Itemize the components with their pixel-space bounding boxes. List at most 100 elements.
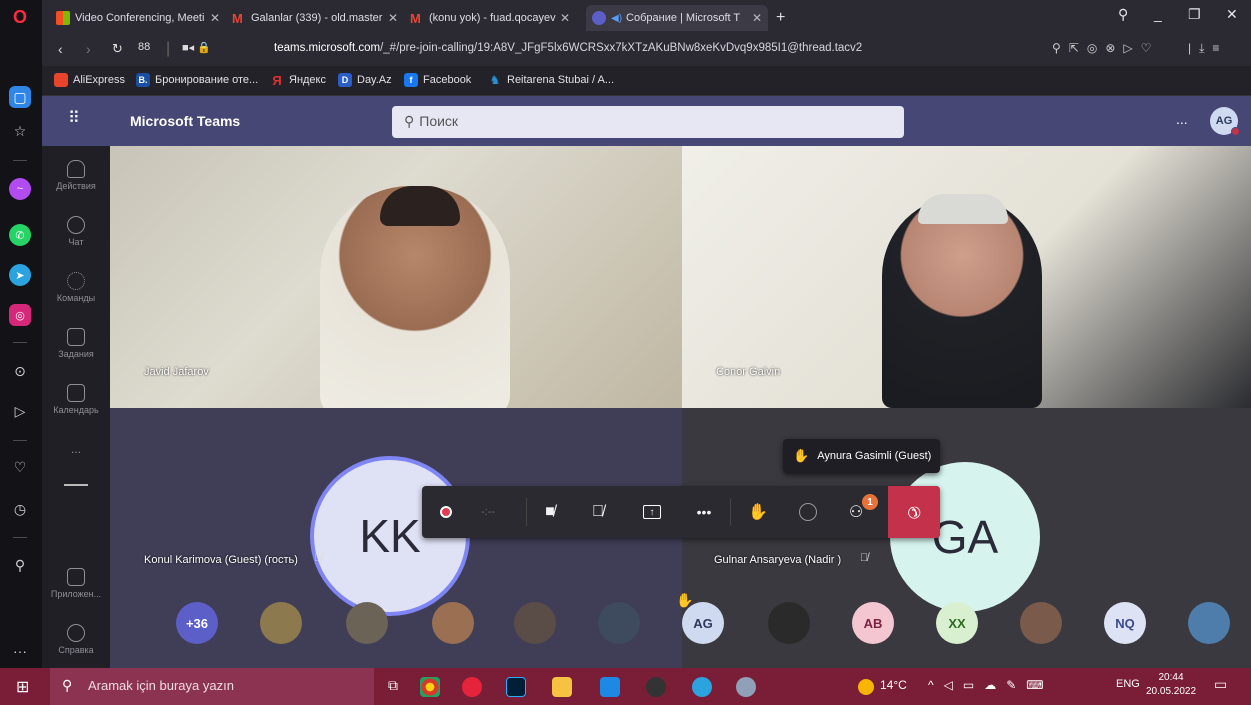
tab-gmail-galanlar[interactable]: M Galanlar (339) - old.master ✕ bbox=[226, 5, 404, 31]
photoshop-icon[interactable] bbox=[506, 677, 526, 697]
star-icon[interactable]: ☆ bbox=[9, 120, 31, 142]
app-launcher-icon[interactable]: ⠿ bbox=[68, 108, 81, 128]
address-toolbar-icons[interactable]: ⚲⇱◎⊗▷♡ bbox=[1052, 41, 1159, 55]
divider bbox=[526, 498, 527, 526]
leave-call-button[interactable]: ✆ bbox=[888, 486, 940, 538]
bookmark-booking[interactable]: B. Бронирование оте... bbox=[136, 73, 258, 87]
messenger-icon[interactable]: ~ bbox=[9, 178, 31, 200]
app-icon[interactable] bbox=[646, 677, 666, 697]
file-explorer-icon[interactable] bbox=[552, 677, 572, 697]
tab-teams-meeting[interactable]: ◀) Собрание | Microsoft T ✕ bbox=[586, 5, 768, 31]
bookmark-dayaz[interactable]: D Day.Az bbox=[338, 73, 392, 87]
bookmark-reitarena[interactable]: ♞ Reitarena Stubai / A... bbox=[488, 73, 614, 87]
share-icon: ↑ bbox=[643, 505, 661, 519]
raised-hand-tooltip: ✋ Aynura Gasimli (Guest) bbox=[783, 439, 940, 473]
bookmark-facebook[interactable]: f Facebook bbox=[404, 73, 471, 87]
mic-off-icon: 🎙̸ bbox=[314, 552, 323, 564]
notifications-icon[interactable]: ▭ bbox=[1214, 676, 1227, 693]
close-icon[interactable]: ✕ bbox=[210, 11, 220, 25]
tab-label: Video Conferencing, Meeti bbox=[75, 12, 205, 24]
new-tab-button[interactable]: + bbox=[770, 5, 790, 31]
dayaz-icon: D bbox=[338, 73, 352, 87]
facebook-icon: f bbox=[404, 73, 418, 87]
player-icon[interactable]: ⊙ bbox=[9, 360, 31, 382]
mic-off-icon: 🎙̸ bbox=[592, 503, 604, 520]
forward-icon[interactable]: › bbox=[86, 41, 91, 57]
avatar-tile-konul[interactable]: KK Konul Karimova (Guest) (гость) 🎙̸ bbox=[110, 408, 682, 668]
rail-teams[interactable]: Команды bbox=[42, 272, 110, 303]
rail-apps[interactable]: Приложен... bbox=[42, 568, 110, 599]
badge-count: 1 bbox=[867, 496, 873, 508]
tab-gmail-konu[interactable]: M (konu yok) - fuad.qocayev ✕ bbox=[404, 5, 576, 31]
task-view-icon[interactable]: ⧉ bbox=[388, 677, 398, 694]
telegram-icon[interactable] bbox=[692, 677, 712, 697]
skype-icon[interactable] bbox=[600, 677, 620, 697]
more-options-button[interactable]: ... bbox=[1176, 111, 1188, 127]
rail-label: Чат bbox=[68, 237, 84, 247]
chrome-icon[interactable] bbox=[420, 677, 440, 697]
camera-off-icon: ■̸ bbox=[545, 503, 555, 520]
tray-icons[interactable]: ^◁▭☁✎⌨ bbox=[928, 678, 1054, 692]
close-icon[interactable]: ✕ bbox=[388, 11, 398, 25]
more-icon[interactable]: ··· bbox=[9, 640, 31, 662]
mic-off-button[interactable]: 🎙̸ bbox=[582, 496, 614, 528]
rail-help[interactable]: Справка bbox=[42, 624, 110, 655]
input-language[interactable]: ENG bbox=[1116, 678, 1140, 690]
video-tile-javid[interactable]: Javid Jafarov bbox=[110, 146, 682, 408]
bookmark-yandex[interactable]: Я Яндекс bbox=[270, 73, 326, 88]
taskbar-search-input[interactable]: Aramak için buraya yazın bbox=[50, 668, 374, 705]
search-tabs-icon[interactable]: ⚲ bbox=[1118, 6, 1128, 23]
windows-start-icon[interactable]: ⊞ bbox=[16, 677, 29, 697]
send-icon[interactable]: ▷ bbox=[9, 400, 31, 422]
bookmark-aliexpress[interactable]: AliExpress bbox=[54, 73, 125, 87]
opera-icon[interactable] bbox=[462, 677, 482, 697]
search-input[interactable]: ⚲ Поиск bbox=[392, 106, 904, 138]
chat-button[interactable] bbox=[792, 496, 824, 528]
pin-icon[interactable]: ⚲ bbox=[9, 554, 31, 576]
tab-video-conferencing[interactable]: Video Conferencing, Meeti ✕ bbox=[50, 5, 226, 31]
record-icon[interactable] bbox=[430, 496, 462, 528]
heart-icon[interactable]: ♡ bbox=[9, 456, 31, 478]
app-icon[interactable] bbox=[736, 677, 756, 697]
whatsapp-icon[interactable]: ✆ bbox=[9, 224, 31, 246]
status-dot bbox=[1231, 127, 1240, 136]
restore-icon[interactable]: ❐ bbox=[1188, 6, 1201, 23]
video-tile-conor[interactable]: Conor Galvin bbox=[682, 146, 1251, 408]
hang-up-icon: ✆ bbox=[902, 500, 925, 523]
workspace-icon[interactable]: ▢ bbox=[9, 86, 31, 108]
divider bbox=[730, 498, 731, 526]
rail-calendar[interactable]: Календарь bbox=[42, 384, 110, 415]
more-actions-button[interactable]: ••• bbox=[688, 496, 720, 528]
clock[interactable]: 20:44 20.05.2022 bbox=[1146, 671, 1196, 699]
rail-label: Задания bbox=[58, 349, 94, 359]
close-window-icon[interactable]: ✕ bbox=[1226, 6, 1238, 23]
raise-hand-button[interactable]: ✋ bbox=[742, 496, 774, 528]
gmail-icon: M bbox=[232, 11, 243, 26]
instagram-icon[interactable]: ◎ bbox=[9, 304, 31, 326]
share-screen-button[interactable]: ↑ bbox=[636, 496, 668, 528]
history-icon[interactable]: ◷ bbox=[9, 498, 31, 520]
back-icon[interactable]: ‹ bbox=[58, 41, 63, 57]
rail-activity[interactable]: Действия bbox=[42, 160, 110, 191]
tab-bar: Video Conferencing, Meeti ✕ M Galanlar (… bbox=[42, 0, 1251, 33]
reload-icon[interactable]: ↻ bbox=[112, 41, 123, 57]
address-bar: ‹ › ↻ 88 | ■◂ 🔒 teams.microsoft.com/_#/p… bbox=[42, 33, 1251, 66]
rail-label: Справка bbox=[58, 645, 94, 655]
rail-assignments[interactable]: Задания bbox=[42, 328, 110, 359]
url-field[interactable]: teams.microsoft.com/_#/pre-join-calling/… bbox=[274, 42, 862, 54]
telegram-icon[interactable]: ➤ bbox=[9, 264, 31, 286]
close-icon[interactable]: ✕ bbox=[560, 11, 570, 25]
speed-dial-icon[interactable]: 88 bbox=[138, 41, 150, 53]
download-menu-icons[interactable]: |⤓≡ bbox=[1188, 41, 1227, 56]
tab-label: Galanlar (339) - old.master bbox=[251, 12, 383, 24]
rail-chat[interactable]: Чат bbox=[42, 216, 110, 247]
bookmark-label: Reitarena Stubai / A... bbox=[507, 74, 615, 86]
opera-logo-icon[interactable]: O bbox=[9, 6, 31, 28]
avatar-tile-gulnar[interactable]: GA Gulnar Ansaryeva (Nadir ) 🎙̸ bbox=[682, 408, 1251, 668]
close-icon[interactable]: ✕ bbox=[752, 11, 762, 25]
camera-in-use-icon[interactable]: ■◂ 🔒 bbox=[182, 41, 211, 54]
rail-more-apps[interactable]: ... bbox=[42, 442, 110, 456]
camera-off-button[interactable]: ■̸ bbox=[534, 496, 566, 528]
minimize-icon[interactable]: _ bbox=[1154, 6, 1162, 22]
weather-temperature[interactable]: 14°C bbox=[880, 678, 907, 692]
